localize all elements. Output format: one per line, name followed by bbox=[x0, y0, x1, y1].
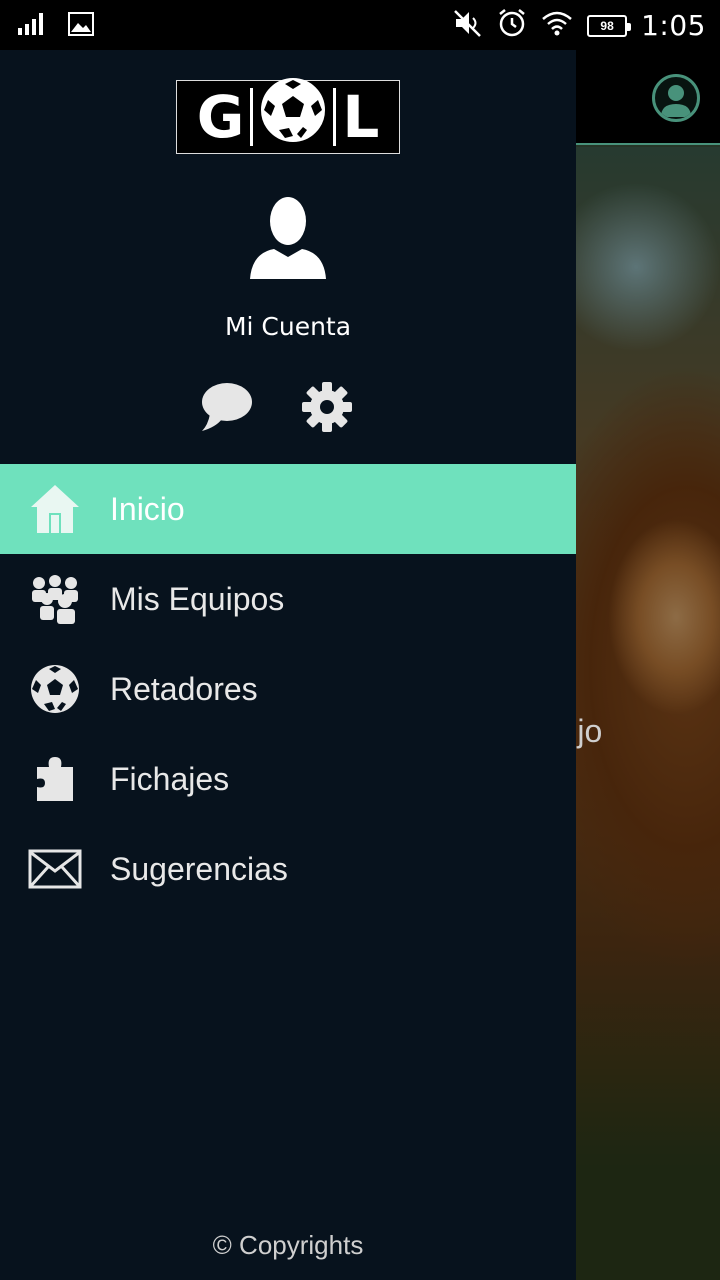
logo-letter-l: L bbox=[342, 83, 380, 151]
home-icon bbox=[28, 482, 82, 536]
wifi-icon bbox=[541, 10, 573, 41]
menu-item-sugerencias[interactable]: Sugerencias bbox=[0, 824, 576, 914]
menu-item-label: Inicio bbox=[110, 490, 185, 527]
group-icon bbox=[28, 572, 82, 626]
soccer-ball-logo-icon bbox=[259, 76, 327, 158]
puzzle-icon bbox=[28, 752, 82, 806]
logo-letter-g: G bbox=[196, 83, 245, 151]
image-notification-icon bbox=[68, 12, 94, 41]
menu-item-label: Fichajes bbox=[110, 760, 230, 797]
status-bar: 98 1:05 bbox=[0, 0, 720, 50]
signal-icon bbox=[18, 13, 44, 40]
menu-item-label: Sugerencias bbox=[110, 850, 288, 887]
drawer-menu: Inicio Mis Equipos Retadores Fichajes Su… bbox=[0, 464, 576, 914]
chat-icon[interactable] bbox=[200, 380, 254, 434]
menu-item-label: Retadores bbox=[110, 670, 258, 707]
soccer-ball-icon bbox=[28, 662, 82, 716]
gol-logo: G L bbox=[176, 78, 400, 154]
menu-item-inicio[interactable]: Inicio bbox=[0, 464, 576, 554]
account-name[interactable]: Mi Cuenta bbox=[0, 312, 576, 341]
menu-item-fichajes[interactable]: Fichajes bbox=[0, 734, 576, 824]
menu-item-label: Mis Equipos bbox=[110, 580, 285, 617]
mail-icon bbox=[28, 842, 82, 896]
menu-item-mis-equipos[interactable]: Mis Equipos bbox=[0, 554, 576, 644]
clock: 1:05 bbox=[641, 9, 706, 42]
mute-icon bbox=[453, 8, 483, 43]
battery-icon: 98 bbox=[587, 14, 632, 37]
battery-level: 98 bbox=[600, 18, 614, 33]
menu-item-retadores[interactable]: Retadores bbox=[0, 644, 576, 734]
navigation-drawer: G L Mi Cuenta Inicio Mis Equipos Retador… bbox=[0, 50, 576, 1280]
settings-gear-icon[interactable] bbox=[300, 380, 354, 434]
drawer-header-actions bbox=[200, 380, 354, 434]
copyright-footer: © Copyrights bbox=[212, 1230, 364, 1260]
avatar-icon[interactable] bbox=[248, 195, 328, 279]
alarm-icon bbox=[497, 8, 527, 43]
